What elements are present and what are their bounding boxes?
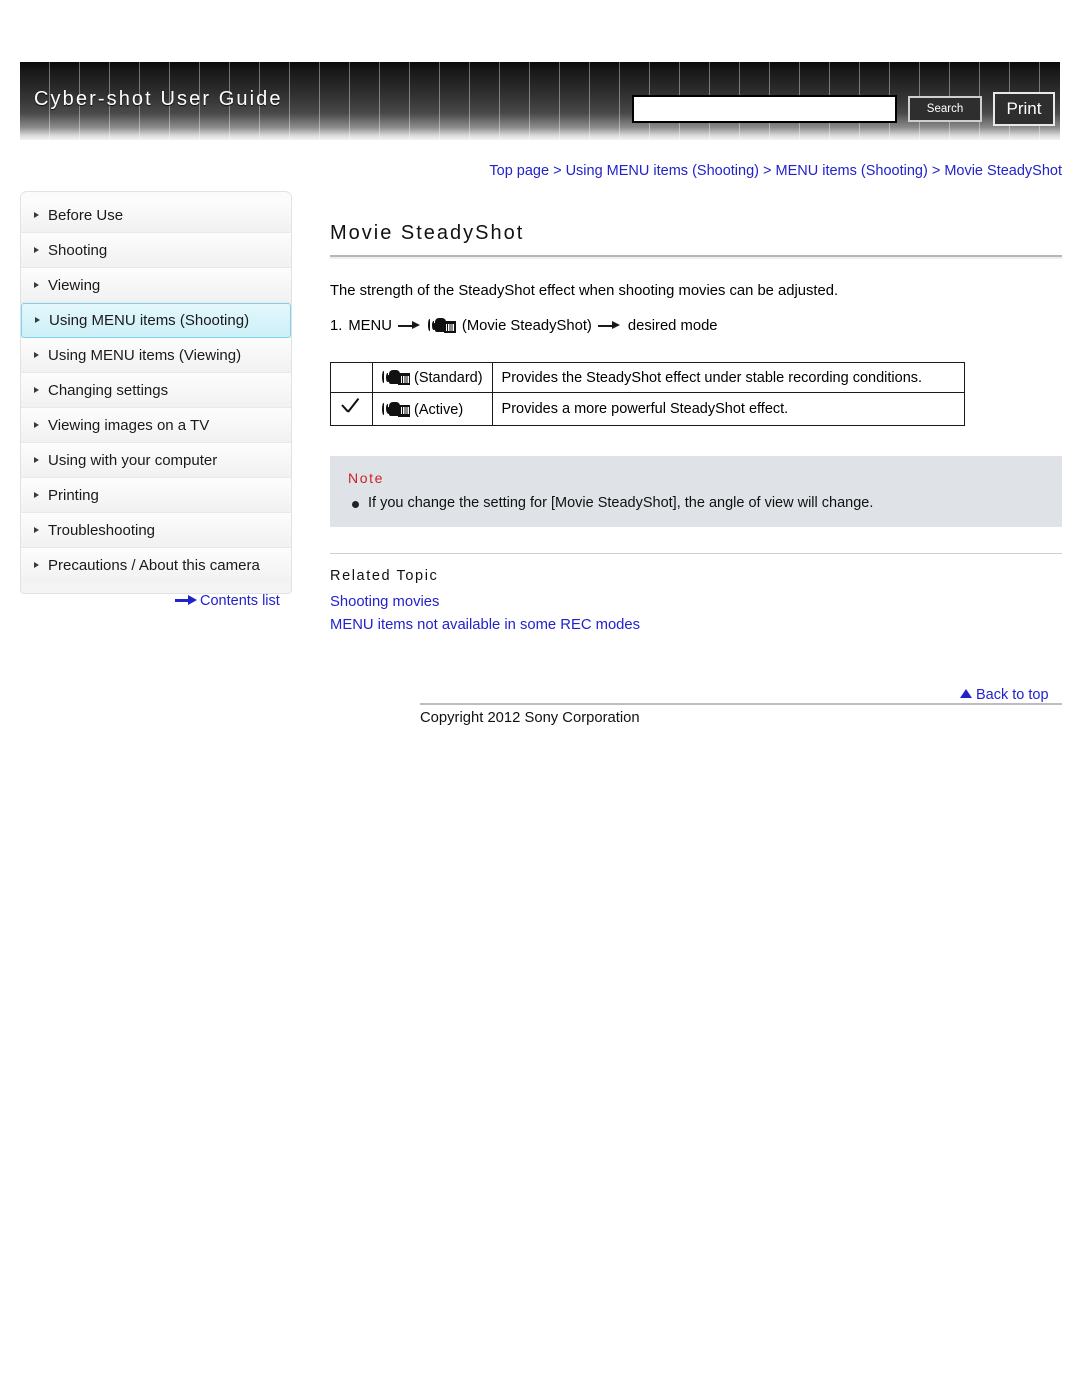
contents-list-link[interactable]: Contents list	[175, 593, 280, 609]
sidebar-item-changing-settings[interactable]: Changing settings	[21, 373, 291, 408]
movie-steadyshot-active-icon	[382, 401, 410, 418]
note-heading: Note	[348, 470, 384, 486]
sidebar-item-label: Using MENU items (Viewing)	[48, 347, 242, 364]
note-item-text: If you change the setting for [Movie Ste…	[368, 495, 874, 511]
sidebar-item-using-menu-items-shooting[interactable]: Using MENU items (Shooting)	[21, 303, 291, 338]
step-item-label: (Movie SteadyShot)	[461, 317, 592, 334]
sidebar-item-using-menu-items-viewing[interactable]: Using MENU items (Viewing)	[21, 338, 291, 373]
related-link-menu-items-not-available[interactable]: MENU items not available in some REC mod…	[330, 617, 1062, 633]
chevron-right-icon	[34, 456, 39, 463]
breadcrumb[interactable]: Top page > Using MENU items (Shooting) >…	[0, 163, 1062, 179]
movie-steadyshot-icon	[427, 317, 456, 334]
chevron-right-icon	[35, 317, 40, 323]
sidebar-item-label: Precautions / About this camera	[48, 557, 260, 574]
sidebar-item-troubleshooting[interactable]: Troubleshooting	[21, 513, 291, 548]
step-instruction: 1. MENU (Movie SteadyShot) desired mode	[330, 317, 1062, 334]
sidebar-item-precautions-about-this-camera[interactable]: Precautions / About this camera	[21, 548, 291, 583]
intro-paragraph: The strength of the SteadyShot effect wh…	[330, 283, 839, 299]
mode-label: (Active)	[414, 401, 464, 418]
main-content: Movie SteadyShot The strength of the Ste…	[330, 222, 1062, 640]
mode-description: Provides the SteadyShot effect under sta…	[491, 362, 965, 393]
sidebar-item-label: Using MENU items (Shooting)	[49, 312, 250, 329]
table-row[interactable]: (Standard) Provides the SteadyShot effec…	[330, 362, 965, 393]
chevron-right-icon	[34, 386, 39, 393]
sidebar-item-label: Troubleshooting	[48, 522, 156, 539]
sidebar-item-shooting[interactable]: Shooting	[21, 233, 291, 268]
mode-description: Provides a more powerful SteadyShot effe…	[491, 392, 965, 426]
arrow-right-icon	[175, 595, 197, 606]
selection-cell	[330, 392, 373, 426]
site-header: Cyber-shot User Guide Search Print	[20, 62, 1060, 140]
table-row[interactable]: (Active) Provides a more powerful Steady…	[330, 392, 965, 426]
sidebar-item-printing[interactable]: Printing	[21, 478, 291, 513]
selection-cell	[330, 362, 373, 393]
search-button[interactable]: Search	[908, 96, 982, 122]
contents-list-label: Contents list	[200, 593, 280, 609]
bullet-icon	[352, 501, 359, 508]
sidebar-item-viewing-images-on-a-tv[interactable]: Viewing images on a TV	[21, 408, 291, 443]
related-divider	[330, 553, 1062, 554]
sidebar-item-label: Changing settings	[48, 382, 169, 399]
mode-cell: (Standard)	[372, 362, 493, 393]
chevron-right-icon	[34, 491, 39, 498]
sidebar-item-label: Printing	[48, 487, 99, 504]
back-to-top-link[interactable]: Back to top	[960, 687, 1049, 703]
title-divider	[330, 255, 1062, 259]
footer-divider	[420, 703, 1062, 705]
related-link-shooting-movies[interactable]: Shooting movies	[330, 594, 1062, 610]
sidebar-item-label: Using with your computer	[48, 452, 218, 469]
mode-cell: (Active)	[372, 392, 493, 426]
sidebar-item-label: Viewing images on a TV	[48, 417, 210, 434]
chevron-right-icon	[34, 281, 39, 288]
step-result-label: desired mode	[627, 317, 718, 334]
sidebar-item-label: Viewing	[48, 277, 101, 294]
page-title: Movie SteadyShot	[330, 222, 525, 244]
related-topic-heading: Related Topic	[330, 568, 439, 584]
sidebar-item-label: Shooting	[48, 242, 108, 259]
print-button[interactable]: Print	[993, 92, 1055, 126]
step-number: 1.	[330, 317, 343, 334]
site-title: Cyber-shot User Guide	[34, 88, 283, 110]
movie-steadyshot-standard-icon	[382, 369, 410, 386]
chevron-right-icon	[34, 351, 39, 358]
search-input[interactable]	[632, 95, 897, 123]
chevron-right-icon	[34, 246, 39, 253]
note-box: Note If you change the setting for [Movi…	[330, 456, 1062, 527]
mode-label: (Standard)	[414, 370, 483, 386]
arrow-right-icon	[597, 320, 622, 332]
chevron-right-icon	[34, 562, 39, 568]
sidebar-item-before-use[interactable]: Before Use	[21, 198, 291, 233]
steadyshot-mode-table: (Standard) Provides the SteadyShot effec…	[330, 362, 965, 426]
sidebar-item-using-with-your-computer[interactable]: Using with your computer	[21, 443, 291, 478]
back-to-top-label: Back to top	[976, 687, 1049, 703]
arrow-right-icon	[397, 320, 422, 332]
sidebar-item-viewing[interactable]: Viewing	[21, 268, 291, 303]
chevron-right-icon	[34, 211, 39, 218]
note-item: If you change the setting for [Movie Ste…	[348, 495, 1044, 511]
chevron-right-icon	[34, 526, 39, 533]
copyright-text: Copyright 2012 Sony Corporation	[420, 710, 640, 726]
chevron-right-icon	[34, 421, 39, 428]
sidebar-item-label: Before Use	[48, 207, 124, 224]
check-icon	[340, 397, 363, 415]
triangle-up-icon	[960, 689, 972, 698]
sidebar-navigation: Before Use Shooting Viewing Using MENU i…	[20, 191, 292, 594]
step-menu-label: MENU	[348, 317, 392, 334]
